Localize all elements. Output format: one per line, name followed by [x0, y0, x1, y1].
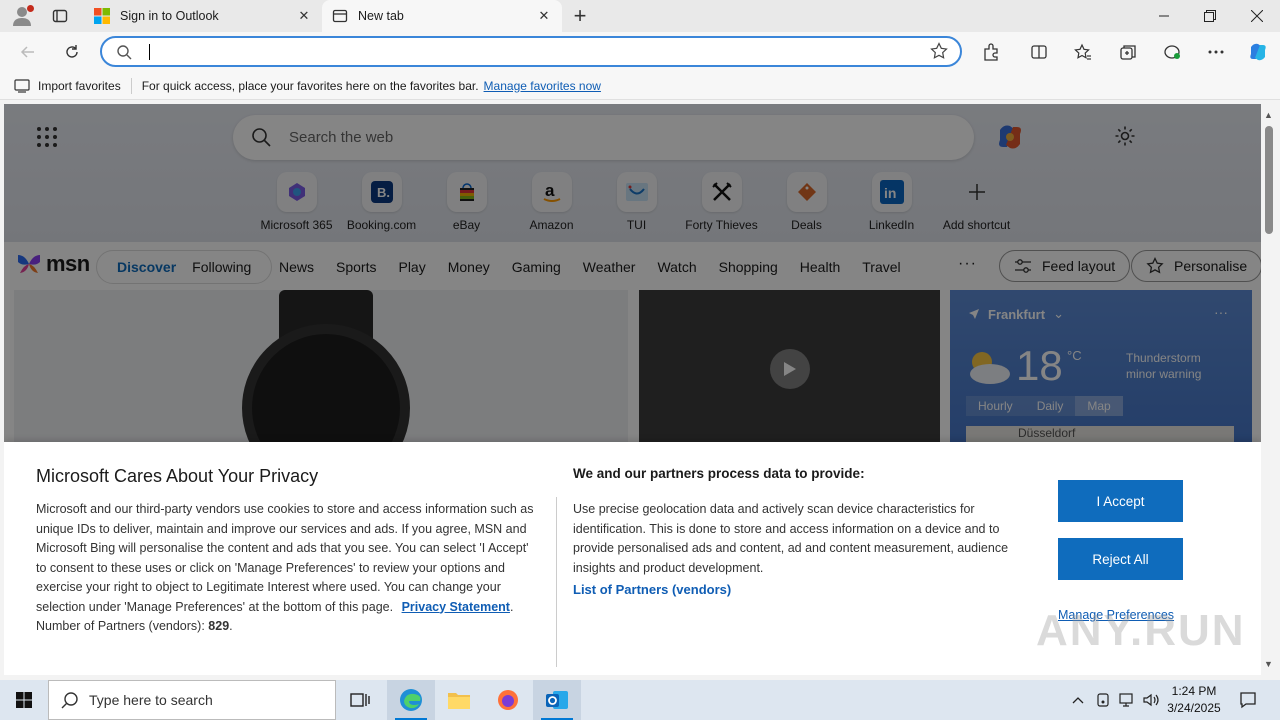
edge-taskbar-icon[interactable] — [387, 680, 435, 720]
privacy-body: Microsoft and our third-party vendors us… — [36, 502, 534, 633]
address-bar[interactable] — [100, 36, 962, 67]
scrollbar-thumb[interactable] — [1265, 126, 1273, 234]
taskbar-search-placeholder: Type here to search — [89, 692, 213, 708]
settings-more-icon[interactable] — [1201, 37, 1231, 67]
partners-count-label: Number of Partners (vendors): — [36, 619, 205, 633]
split-screen-icon[interactable] — [1024, 37, 1054, 67]
clock-date: 3/24/2025 — [1167, 701, 1221, 715]
favorites-icon[interactable] — [1068, 37, 1098, 67]
title-bar: Sign in to Outlook ✕ New tab ✕ + — [0, 0, 1280, 32]
refresh-icon[interactable] — [57, 37, 87, 67]
task-view-icon[interactable] — [336, 680, 384, 720]
windows-start-icon[interactable] — [0, 680, 48, 720]
data-processing-title: We and our partners process data to prov… — [573, 466, 865, 481]
page-viewport: Search the web Microsoft 365 B. Booking.c… — [4, 104, 1261, 675]
notification-center-icon[interactable] — [1232, 680, 1264, 720]
extensions-icon[interactable] — [976, 37, 1006, 67]
copilot-icon[interactable] — [1243, 37, 1273, 67]
close-window-icon[interactable] — [1234, 0, 1280, 32]
vertical-scrollbar[interactable]: ▲ ▼ — [1261, 104, 1280, 675]
divider — [556, 497, 557, 667]
partners-count: 829 — [208, 619, 230, 633]
tab-title: Sign in to Outlook — [120, 9, 219, 23]
taskbar: Type here to search 1:24 PM 3/24/2025 — [0, 680, 1280, 720]
search-icon — [61, 692, 78, 709]
new-tab-button[interactable]: + — [568, 3, 592, 28]
scroll-up-icon[interactable]: ▲ — [1264, 110, 1273, 120]
tab-new-tab[interactable]: New tab ✕ — [322, 0, 562, 32]
accept-button[interactable]: I Accept — [1058, 480, 1183, 522]
back-icon[interactable] — [13, 37, 43, 67]
favorite-star-icon[interactable] — [930, 42, 948, 63]
profile-icon[interactable] — [8, 4, 36, 28]
privacy-title: Microsoft Cares About Your Privacy — [36, 466, 319, 486]
list-of-partners-link[interactable]: List of Partners (vendors) — [573, 582, 731, 597]
reject-all-button[interactable]: Reject All — [1058, 538, 1183, 580]
search-icon — [116, 44, 132, 63]
tab-title: New tab — [358, 9, 404, 23]
tab-sign-in-outlook[interactable]: Sign in to Outlook ✕ — [84, 0, 322, 32]
device-icon[interactable] — [1093, 680, 1113, 720]
outlook-icon[interactable] — [533, 680, 581, 720]
network-icon[interactable] — [1116, 680, 1138, 720]
watermark: ANY.RUN — [1036, 606, 1246, 655]
privacy-body-text: Microsoft and our third-party vendors us… — [36, 502, 534, 614]
clock-time: 1:24 PM — [1171, 684, 1217, 698]
privacy-statement-link[interactable]: Privacy Statement — [402, 600, 510, 614]
system-clock[interactable]: 1:24 PM 3/24/2025 — [1156, 683, 1232, 717]
manage-favorites-link[interactable]: Manage favorites now — [484, 79, 601, 93]
new-tab-page-icon — [332, 9, 348, 23]
import-favorites-label: Import favorites — [38, 78, 121, 93]
modal-overlay — [4, 104, 1261, 442]
address-input[interactable] — [152, 42, 912, 62]
taskbar-search-box[interactable]: Type here to search — [48, 680, 336, 720]
collections-icon[interactable] — [1113, 37, 1143, 67]
text-caret — [149, 44, 150, 60]
firefox-icon[interactable] — [484, 680, 532, 720]
tab-actions-icon[interactable] — [44, 4, 76, 28]
close-tab-icon[interactable]: ✕ — [296, 8, 312, 24]
minimize-icon[interactable] — [1141, 0, 1187, 32]
favorites-bar: Import favorites For quick access, place… — [0, 72, 1280, 100]
browser-essentials-icon[interactable] — [1157, 37, 1187, 67]
show-hidden-icons[interactable] — [1068, 680, 1088, 720]
file-explorer-icon[interactable] — [435, 680, 483, 720]
microsoft-logo-icon — [94, 8, 110, 24]
divider — [130, 77, 132, 94]
import-favorites-button[interactable]: Import favorites — [14, 79, 121, 93]
import-icon — [14, 78, 30, 93]
favorites-bar-message: For quick access, place your favorites h… — [141, 78, 479, 93]
restore-icon[interactable] — [1187, 0, 1233, 32]
data-processing-body: Use precise geolocation data and activel… — [573, 502, 1009, 575]
scroll-down-icon[interactable]: ▼ — [1264, 659, 1273, 669]
close-tab-icon[interactable]: ✕ — [536, 8, 552, 24]
navigation-bar — [0, 32, 1280, 72]
